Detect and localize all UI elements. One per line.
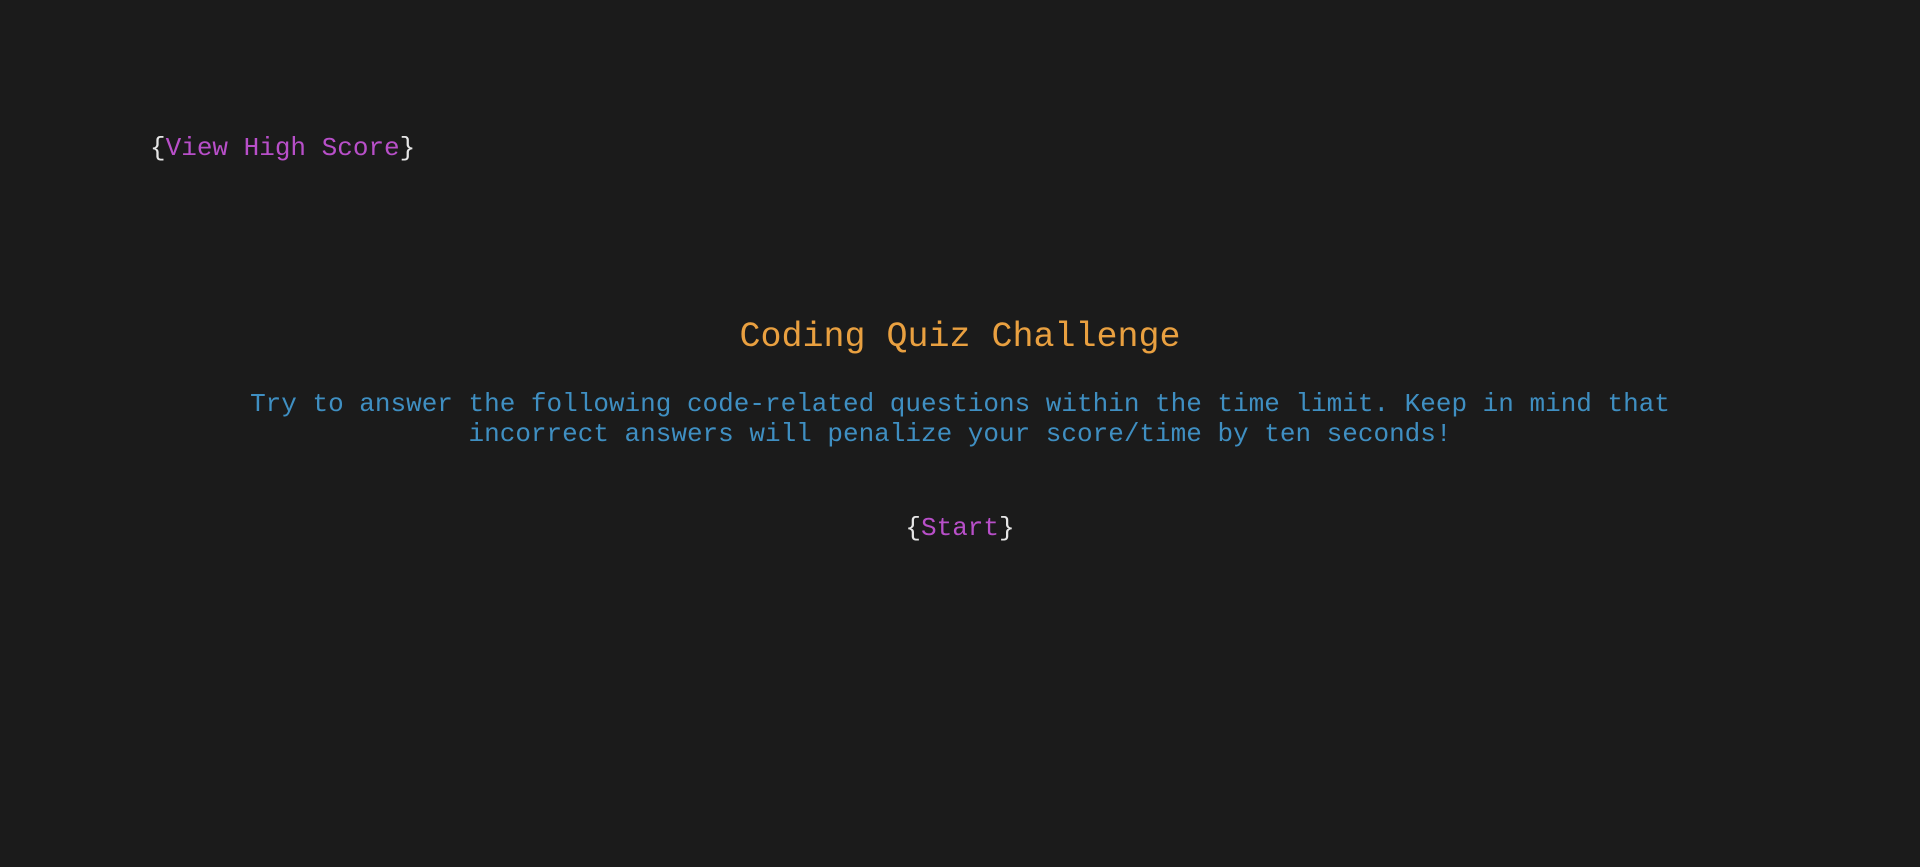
- quiz-description: Try to answer the following code-related…: [250, 389, 1670, 449]
- open-brace: {: [905, 513, 921, 543]
- open-brace: {: [150, 133, 166, 163]
- close-brace: }: [399, 133, 416, 163]
- start-button[interactable]: {Start}: [905, 513, 1014, 543]
- close-brace: }: [999, 513, 1015, 543]
- start-label: Start: [920, 513, 999, 543]
- view-high-score-label: View High Score: [165, 133, 400, 163]
- start-button-row: {Start}: [0, 513, 1920, 543]
- quiz-page: {View High Score} Coding Quiz Challenge …: [0, 0, 1920, 867]
- view-high-score-link[interactable]: {View High Score}: [150, 133, 415, 163]
- page-title: Coding Quiz Challenge: [739, 317, 1181, 357]
